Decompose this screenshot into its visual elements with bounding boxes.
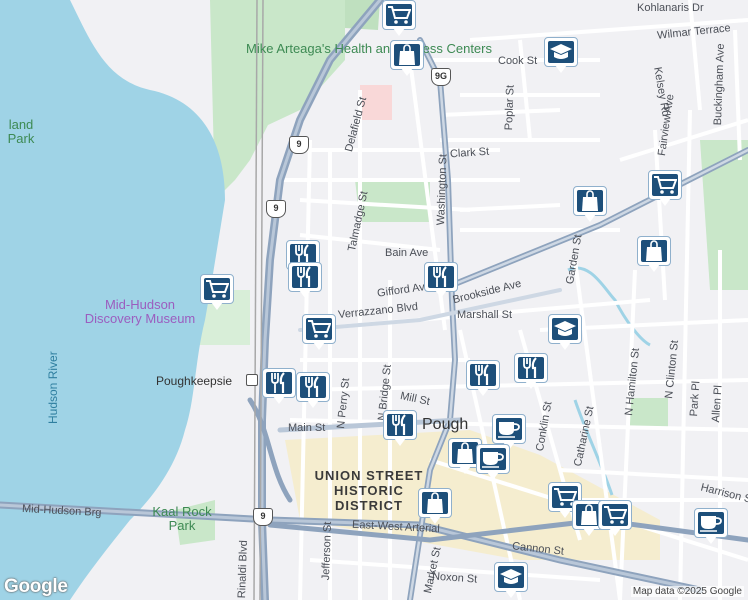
fork-knife-icon [428, 266, 454, 288]
us-route-9-shield: 9 [289, 136, 309, 154]
street-label: Bain Ave [385, 247, 429, 259]
restaurant-marker[interactable] [466, 360, 502, 398]
restaurant-marker[interactable] [296, 372, 332, 410]
fork-knife-icon [266, 372, 292, 394]
restaurant-marker[interactable] [262, 368, 298, 406]
restaurant-marker[interactable] [424, 262, 460, 300]
street-label: Marshall St [457, 309, 513, 321]
route-9g-shield: 9G [431, 68, 451, 86]
school-marker[interactable] [548, 314, 584, 352]
street-label: Rinaldi Blvd [236, 539, 251, 599]
bag-icon [422, 492, 448, 514]
restaurant-marker[interactable] [514, 353, 550, 391]
school-marker[interactable] [544, 37, 580, 75]
us-route-9-shield: 9 [253, 508, 273, 526]
street-label: Poplar St [503, 84, 517, 131]
train-station-icon[interactable] [246, 374, 258, 386]
bag-icon [577, 190, 603, 212]
fork-knife-icon [292, 266, 318, 288]
shopping-bag-marker[interactable] [390, 40, 426, 78]
grad-cap-icon [498, 566, 524, 588]
google-logo: Google [4, 576, 68, 597]
shopping-bag-marker[interactable] [418, 488, 454, 526]
fork-knife-icon [518, 357, 544, 379]
grocery-cart-marker[interactable] [648, 170, 684, 208]
cart-icon [602, 504, 628, 526]
shopping-bag-marker[interactable] [573, 186, 609, 224]
shopping-bag-marker[interactable] [637, 236, 673, 274]
street-label: Jefferson St [320, 521, 335, 581]
us-route-9-shield: 9 [266, 200, 286, 218]
fork-knife-icon [300, 376, 326, 398]
health-center-label[interactable]: Mike Arteaga's Health and Fitness Center… [246, 42, 492, 56]
bag-icon [394, 44, 420, 66]
street-label: Park Pl [688, 380, 703, 417]
restaurant-marker[interactable] [383, 410, 419, 448]
street-label: Main St [288, 422, 326, 434]
cart-icon [204, 278, 230, 300]
restaurant-marker[interactable] [288, 262, 324, 300]
cafe-marker[interactable] [476, 444, 512, 482]
park-left-label[interactable]: land Park [0, 118, 42, 146]
bag-icon [641, 240, 667, 262]
grocery-cart-marker[interactable] [302, 314, 338, 352]
school-marker[interactable] [494, 562, 530, 600]
street-label: Cook St [498, 55, 538, 67]
cart-icon [652, 174, 678, 196]
grad-cap-icon [552, 318, 578, 340]
cart-icon [306, 318, 332, 340]
map-canvas[interactable]: Kohlanaris Dr Wilmar Terrace Cook St Kel… [0, 0, 748, 600]
map-attribution[interactable]: Map data ©2025 Google [630, 586, 744, 597]
station-label[interactable]: Poughkeepsie [156, 374, 232, 388]
fork-knife-icon [387, 414, 413, 436]
historic-district-label: UNION STREET HISTORIC DISTRICT [314, 468, 424, 513]
street-label: Washington St [435, 153, 450, 226]
grocery-cart-marker[interactable] [382, 0, 418, 38]
kaal-rock-park-label[interactable]: Kaal Rock Park [148, 505, 216, 533]
museum-label[interactable]: Mid-Hudson Discovery Museum [78, 298, 202, 326]
cart-icon [386, 4, 412, 26]
cup-icon [480, 448, 506, 470]
bag-icon [452, 442, 478, 464]
cup-icon [496, 418, 522, 440]
grad-cap-icon [548, 41, 574, 63]
river-label: Hudson River [46, 351, 60, 424]
cup-icon [698, 512, 724, 534]
street-label: Kohlanaris Dr [637, 2, 704, 14]
downtown-label: Pough [422, 416, 469, 433]
grocery-cart-marker[interactable] [598, 500, 634, 538]
grocery-cart-marker[interactable] [200, 274, 236, 312]
fork-knife-icon [470, 364, 496, 386]
cafe-marker[interactable] [694, 508, 730, 546]
